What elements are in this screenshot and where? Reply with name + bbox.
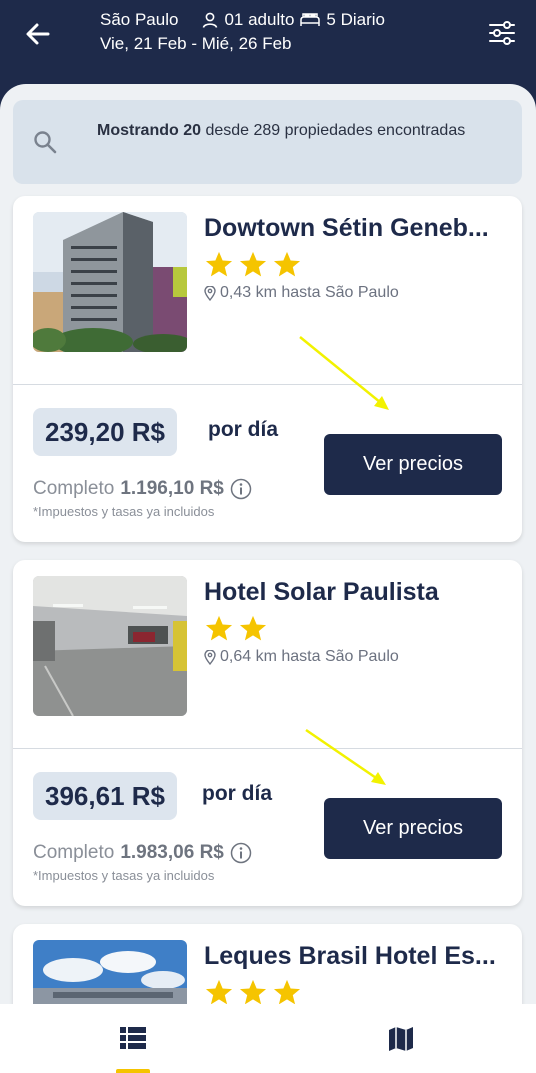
taxes-note: *Impuestos y tasas ya incluidos <box>33 504 215 519</box>
rooms-label: 5 Diario <box>326 10 385 29</box>
annotation-arrow <box>305 728 386 785</box>
star-icon <box>273 251 301 277</box>
star-icon <box>239 979 267 1004</box>
list-icon[interactable] <box>120 1026 146 1050</box>
hotel-distance: 0,43 km hasta São Paulo <box>204 284 399 302</box>
hotel-name[interactable]: Dowtown Sétin Geneb... <box>204 214 509 243</box>
person-icon <box>203 12 218 28</box>
hotel-photo[interactable] <box>33 940 187 1004</box>
per-day-label: por día <box>208 418 279 441</box>
info-circle-icon[interactable] <box>230 478 252 500</box>
total-value: 1.983,06 R$ <box>120 842 224 863</box>
city-label: São Paulo <box>100 10 179 29</box>
price-per-day: 396,61 R$ <box>33 772 177 820</box>
total-value: 1.196,10 R$ <box>120 478 224 499</box>
card-divider <box>13 384 522 385</box>
hotel-card[interactable]: Hotel Solar Paulista 0,64 km hasta São P… <box>13 560 522 906</box>
map-pin-icon <box>204 285 216 301</box>
info-circle-icon[interactable] <box>230 842 252 864</box>
distance-text: 0,43 km hasta São Paulo <box>220 284 399 301</box>
guests-label: 01 adulto <box>224 10 295 29</box>
hotel-card[interactable]: Dowtown Sétin Geneb... 0,43 km hasta São… <box>13 196 522 542</box>
bed-icon <box>300 13 321 26</box>
taxes-note: *Impuestos y tasas ya incluidos <box>33 868 215 883</box>
hotel-name[interactable]: Hotel Solar Paulista <box>204 578 509 607</box>
results-count: Mostrando 20 <box>97 122 202 139</box>
results-total: desde 289 propiedades encontradas <box>201 122 466 139</box>
view-prices-button[interactable]: Ver precios <box>324 798 502 859</box>
magnifier-icon <box>34 131 57 154</box>
hotel-card[interactable]: Leques Brasil Hotel Es... <box>13 924 522 1004</box>
star-rating <box>204 250 302 279</box>
per-day-label: por día <box>202 782 273 805</box>
total-label: Completo <box>33 842 115 863</box>
active-tab-indicator <box>116 1069 150 1073</box>
star-icon <box>273 979 301 1004</box>
star-icon <box>205 615 233 641</box>
star-icon <box>205 979 233 1004</box>
star-icon <box>239 251 267 277</box>
star-rating <box>204 614 268 643</box>
results-summary: Mostrando 20 desde 289 propiedades encon… <box>13 100 522 184</box>
dates-label[interactable]: Vie, 21 Feb - Mié, 26 Feb <box>100 34 292 54</box>
price-per-day: 239,20 R$ <box>33 408 177 456</box>
top-bar: São Paulo 01 adulto 5 Diario Vie, 21 Feb… <box>0 0 536 74</box>
map-pin-icon <box>204 649 216 665</box>
star-icon <box>205 251 233 277</box>
card-divider <box>13 748 522 749</box>
star-rating <box>204 978 302 1004</box>
hotel-photo[interactable] <box>33 212 187 352</box>
view-prices-button[interactable]: Ver precios <box>324 434 502 495</box>
total-label: Completo <box>33 478 115 499</box>
distance-text: 0,64 km hasta São Paulo <box>220 648 399 665</box>
total-price: Completo 1.983,06 R$ <box>33 842 252 864</box>
hotel-name[interactable]: Leques Brasil Hotel Es... <box>204 942 509 971</box>
total-price: Completo 1.196,10 R$ <box>33 478 252 500</box>
results-panel[interactable]: Mostrando 20 desde 289 propiedades encon… <box>0 84 536 1004</box>
star-icon <box>239 615 267 641</box>
hotel-photo[interactable] <box>33 576 187 716</box>
map-icon[interactable] <box>388 1026 414 1052</box>
arrow-left-icon[interactable] <box>24 20 52 48</box>
sliders-icon[interactable] <box>488 19 516 47</box>
annotation-arrow <box>299 336 389 410</box>
hotel-distance: 0,64 km hasta São Paulo <box>204 648 399 666</box>
bottom-nav <box>0 1004 536 1073</box>
search-criteria[interactable]: São Paulo 01 adulto 5 Diario <box>100 10 385 30</box>
